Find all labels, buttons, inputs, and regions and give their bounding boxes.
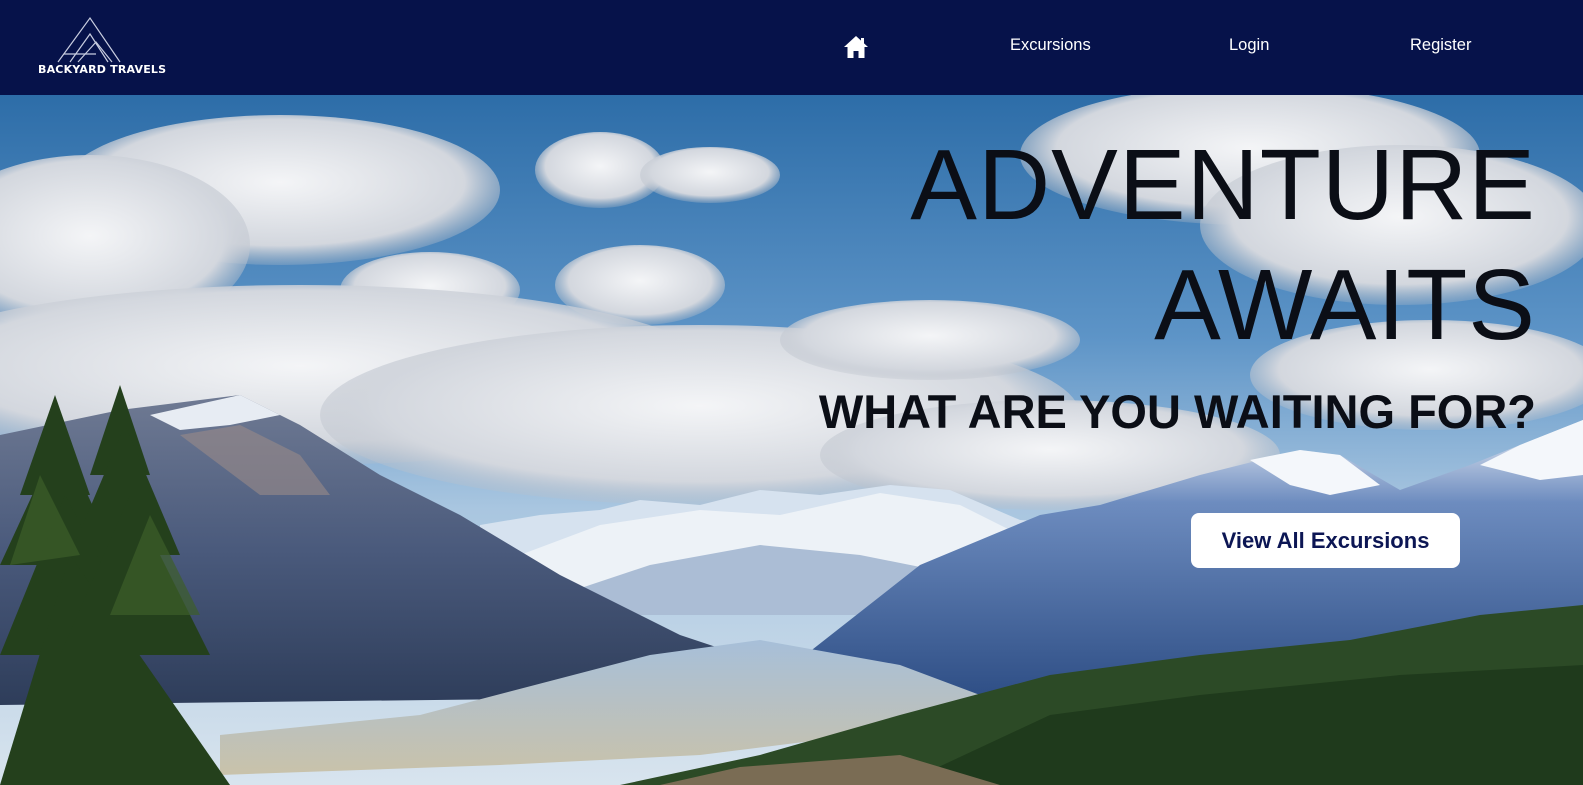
brand-name: BACKYARD TRAVELS <box>38 63 167 76</box>
home-icon[interactable] <box>843 35 869 59</box>
brand-logo[interactable]: BACKYARD TRAVELS <box>38 16 167 80</box>
nav-link-excursions[interactable]: Excursions <box>1010 36 1091 55</box>
navbar: BACKYARD TRAVELS Excursions Login Regist… <box>0 0 1583 95</box>
mountain-logo-icon <box>57 16 121 63</box>
view-all-excursions-button[interactable]: View All Excursions <box>1191 513 1460 568</box>
nav-link-register[interactable]: Register <box>1410 36 1471 55</box>
hero-section: ADVENTURE AWAITS WHAT ARE YOU WAITING FO… <box>0 95 1583 785</box>
hero-headline: ADVENTURE AWAITS <box>910 125 1536 365</box>
nav-link-login[interactable]: Login <box>1229 36 1269 55</box>
hero-headline-line1: ADVENTURE <box>910 129 1536 241</box>
hero-headline-line2: AWAITS <box>1154 249 1536 361</box>
hero-subheadline: WHAT ARE YOU WAITING FOR? <box>818 385 1536 438</box>
